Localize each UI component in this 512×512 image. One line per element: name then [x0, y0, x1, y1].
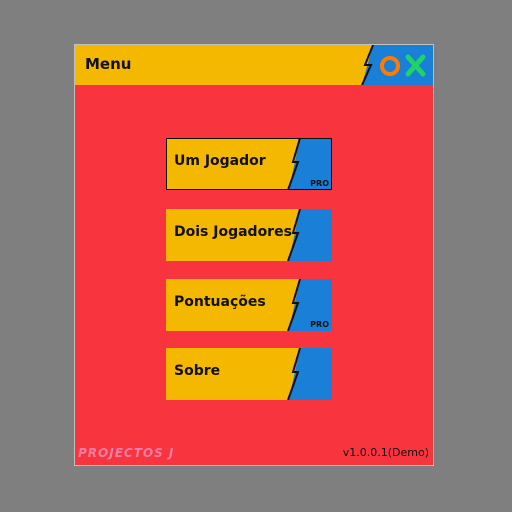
menu-button-1[interactable]: Dois Jogadores [166, 209, 332, 261]
menu-button-label: Pontuações [174, 294, 266, 310]
pro-badge: PRO [310, 320, 329, 329]
window-title: Menu [85, 55, 132, 73]
brand-logo: PROJECTOS J [78, 446, 175, 460]
game-window: Menu Um Jogador PRO Dois Jogadores Pontuaçõ… [74, 44, 434, 466]
version-label: v1.0.0.1(Demo) [342, 446, 429, 459]
menu-button-3[interactable]: Sobre [166, 348, 332, 400]
pro-badge: PRO [310, 179, 329, 188]
menu-button-label: Dois Jogadores [174, 224, 292, 240]
menu-button-0[interactable]: Um Jogador PRO [166, 138, 332, 190]
menu-button-label: Sobre [174, 363, 221, 379]
menu-button-label: Um Jogador [174, 153, 266, 169]
menu-button-2[interactable]: Pontuações PRO [166, 279, 332, 331]
title-bar: Menu [75, 45, 433, 85]
